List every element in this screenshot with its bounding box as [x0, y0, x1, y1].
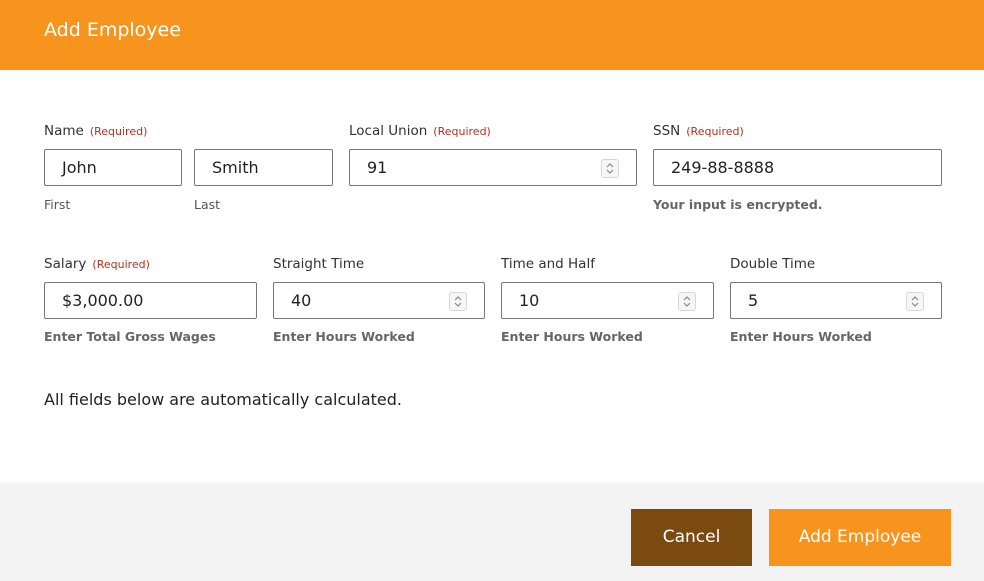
required-tag: (Required) [686, 125, 744, 138]
ssn-label-text: SSN [653, 123, 681, 139]
straight-time-input[interactable]: 40 [273, 282, 485, 319]
last-name-caption: Last [194, 197, 221, 212]
straight-time-hint: Enter Hours Worked [273, 329, 415, 344]
local-union-label-text: Local Union [349, 123, 428, 139]
required-tag: (Required) [92, 258, 150, 271]
name-label: Name (Required) [44, 123, 147, 139]
local-union-value: 91 [367, 158, 388, 177]
first-name-caption: First [44, 197, 71, 212]
number-spinner-icon[interactable] [906, 292, 924, 311]
ssn-hint: Your input is encrypted. [653, 197, 823, 212]
double-time-value: 5 [748, 291, 759, 310]
salary-input[interactable]: $3,000.00 [44, 282, 257, 319]
ssn-input[interactable]: 249-88-8888 [653, 149, 942, 186]
dialog-title: Add Employee [44, 19, 181, 41]
salary-label: Salary (Required) [44, 256, 150, 272]
salary-label-text: Salary [44, 256, 87, 272]
ssn-label: SSN (Required) [653, 123, 744, 139]
number-spinner-icon[interactable] [678, 292, 696, 311]
cancel-button[interactable]: Cancel [631, 509, 752, 566]
straight-time-value: 40 [291, 291, 312, 310]
time-and-half-value: 10 [519, 291, 540, 310]
name-label-text: Name [44, 123, 84, 139]
double-time-hint: Enter Hours Worked [730, 329, 872, 344]
time-and-half-input[interactable]: 10 [501, 282, 714, 319]
time-and-half-hint: Enter Hours Worked [501, 329, 643, 344]
required-tag: (Required) [433, 125, 491, 138]
dialog-header: Add Employee [0, 0, 984, 70]
add-employee-button[interactable]: Add Employee [769, 509, 951, 566]
number-spinner-icon[interactable] [449, 292, 467, 311]
last-name-input[interactable]: Smith [194, 149, 333, 186]
local-union-input[interactable]: 91 [349, 149, 637, 186]
double-time-label: Double Time [730, 256, 816, 272]
straight-time-label: Straight Time [273, 256, 365, 272]
local-union-label: Local Union (Required) [349, 123, 491, 139]
double-time-input[interactable]: 5 [730, 282, 942, 319]
required-tag: (Required) [89, 125, 148, 138]
time-and-half-label: Time and Half [501, 256, 595, 272]
auto-calculated-note: All fields below are automatically calcu… [44, 390, 402, 409]
salary-hint: Enter Total Gross Wages [44, 329, 216, 344]
first-name-input[interactable]: John [44, 149, 182, 186]
number-spinner-icon[interactable] [601, 159, 619, 178]
